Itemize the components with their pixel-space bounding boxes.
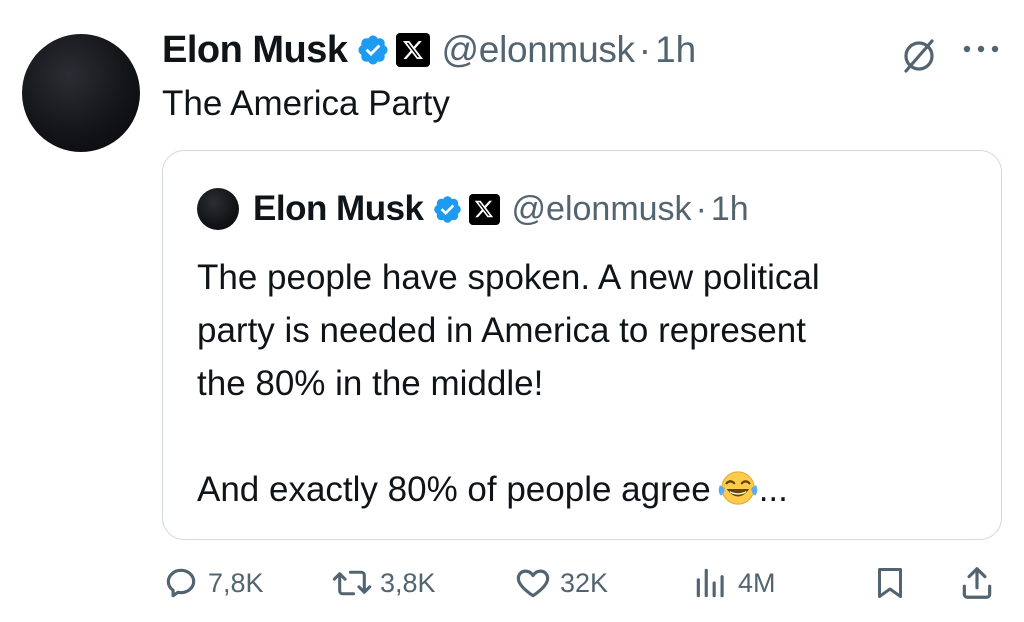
share-button[interactable] [958, 560, 1004, 606]
tears-of-joy-emoji-icon [718, 471, 757, 505]
repost-count: 3,8K [380, 567, 436, 598]
quoted-avatar [197, 188, 239, 230]
quoted-line: The people have spoken. A new political [197, 258, 820, 297]
author-name[interactable]: Elon Musk [162, 29, 348, 72]
x-affiliation-icon [395, 33, 430, 67]
quoted-line: the 80% in the middle! [197, 364, 544, 403]
ellipsis: ... [758, 470, 788, 509]
tweet[interactable]: Elon Musk @elonmusk · 1h The America Par… [0, 0, 1024, 622]
tweet-header: Elon Musk @elonmusk · 1h [162, 26, 696, 74]
reply-button[interactable]: 7,8K [162, 560, 264, 606]
action-bar: 7,8K 3,8K 32K 4M [162, 560, 1002, 606]
quoted-line-text: And exactly 80% of people agree [197, 470, 711, 509]
quoted-post-text: The people have spoken. A new political … [197, 251, 820, 516]
verified-badge-icon [358, 35, 388, 65]
quoted-author-handle: @elonmusk [511, 189, 692, 228]
views-chart-icon [696, 568, 724, 598]
more-options-icon[interactable] [960, 42, 1002, 56]
bookmark-button[interactable] [872, 560, 916, 606]
x-affiliation-icon [468, 193, 500, 225]
reply-icon [166, 568, 196, 598]
reply-count: 7,8K [208, 567, 264, 598]
views-button[interactable]: 4M [692, 560, 776, 606]
grok-icon[interactable] [899, 36, 939, 76]
quoted-line: party is needed in America to represent [197, 311, 806, 350]
separator-dot: · [638, 29, 652, 70]
author-handle[interactable]: @elonmusk [442, 29, 636, 71]
quoted-line-last: And exactly 80% of people agree ... [197, 463, 820, 516]
like-button[interactable]: 32K [514, 560, 608, 606]
quoted-post[interactable]: Elon Musk @elonmusk · 1h The people have… [162, 150, 1002, 540]
bookmark-icon [878, 568, 902, 598]
quoted-author-name: Elon Musk [253, 189, 424, 228]
views-count: 4M [738, 567, 776, 598]
like-count: 32K [560, 567, 609, 598]
repost-icon [332, 570, 372, 596]
quoted-post-header: Elon Musk @elonmusk · 1h [197, 187, 749, 231]
post-text: The America Party [162, 84, 450, 123]
timestamp[interactable]: 1h [655, 29, 696, 71]
heart-icon [516, 569, 550, 598]
verified-badge-icon [433, 195, 461, 223]
quoted-timestamp: 1h [710, 189, 749, 228]
separator-dot: · [695, 189, 707, 228]
avatar[interactable] [22, 34, 140, 152]
share-icon [962, 567, 992, 599]
repost-button[interactable]: 3,8K [332, 560, 436, 606]
